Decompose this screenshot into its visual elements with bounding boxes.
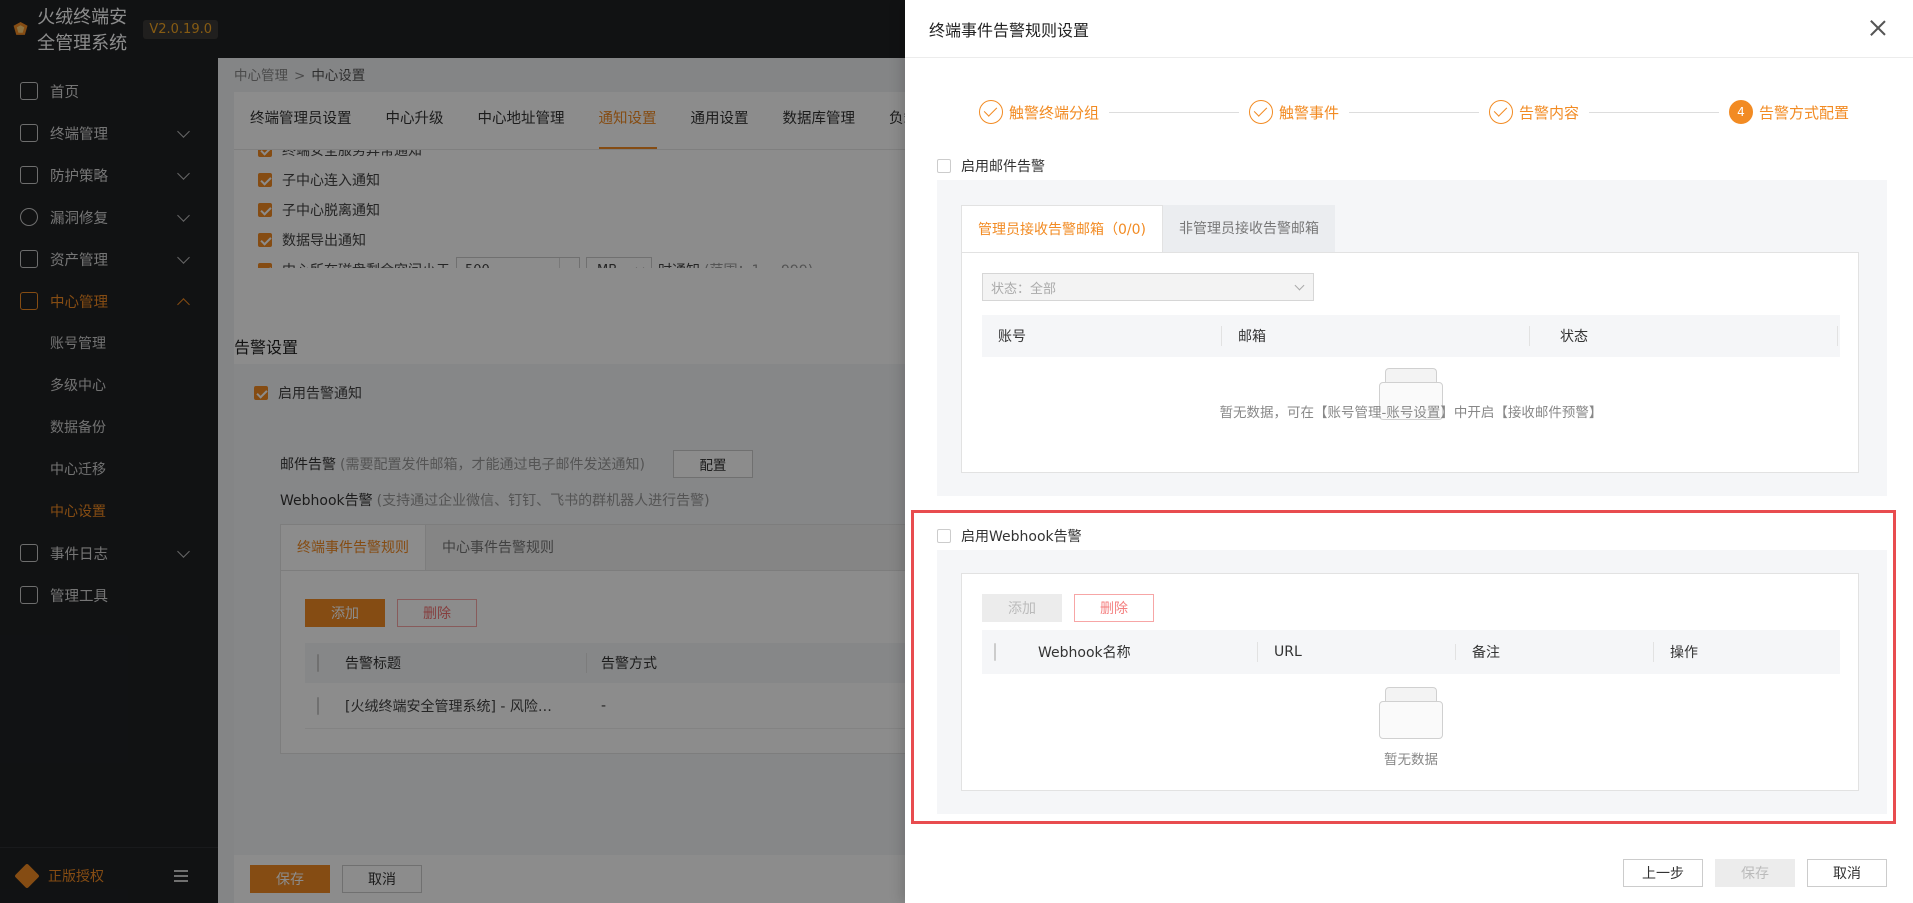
- checkbox[interactable]: [994, 643, 996, 661]
- header-operation: 操作: [1670, 645, 1698, 661]
- check-circle-icon: [979, 100, 1003, 124]
- select-all-cell: [982, 643, 1038, 661]
- chevron-down-icon: [1294, 280, 1305, 291]
- empty-inbox-tray: [1379, 701, 1443, 739]
- checkbox[interactable]: [937, 159, 951, 173]
- mail-alert-panel: 管理员接收告警邮箱（0/0) 非管理员接收告警邮箱 状态：全部 账号 邮箱 状态…: [937, 180, 1887, 496]
- tab-admin-mailbox[interactable]: 管理员接收告警邮箱（0/0): [961, 205, 1163, 253]
- step-label: 触警事件: [1279, 103, 1340, 122]
- step-trigger-event[interactable]: 触警事件: [1249, 100, 1339, 124]
- previous-step-button[interactable]: 上一步: [1623, 859, 1703, 887]
- save-button[interactable]: 保存: [1715, 859, 1795, 887]
- header-webhook-name: Webhook名称: [1038, 642, 1258, 662]
- step-connector: [1109, 111, 1239, 113]
- header-account: 账号: [982, 326, 1222, 346]
- empty-inbox-icon: [1379, 687, 1443, 739]
- check-circle-icon: [1249, 100, 1273, 124]
- drawer-header: 终端事件告警规则设置: [905, 0, 1913, 58]
- header-email: 邮箱: [1222, 326, 1530, 346]
- step-number-badge: 4: [1729, 100, 1753, 124]
- drawer-footer: 上一步 保存 取消: [905, 843, 1913, 903]
- step-connector: [1589, 111, 1719, 113]
- step-label: 告警方式配置: [1759, 103, 1850, 122]
- close-icon[interactable]: [1869, 19, 1887, 37]
- check-circle-icon: [1489, 100, 1513, 124]
- step-connector: [1349, 111, 1479, 113]
- status-filter-value: 状态：全部: [991, 281, 1057, 297]
- mail-recipient-tabs: 管理员接收告警邮箱（0/0) 非管理员接收告警邮箱: [961, 205, 1335, 253]
- empty-state-text: 暂无数据: [1384, 752, 1438, 768]
- add-webhook-button[interactable]: 添加: [982, 594, 1062, 622]
- table-header: Webhook名称 URL 备注 操作: [982, 630, 1840, 674]
- mail-recipient-box: 状态：全部 账号 邮箱 状态 暂无数据，可在【账号管理-账号设置】中开启【接收邮…: [961, 252, 1859, 473]
- alert-rule-drawer: 终端事件告警规则设置 触警终端分组 触警事件 告警内容 4 告警方式配置 启用邮…: [905, 0, 1913, 903]
- webhook-box: 添加 删除 Webhook名称 URL 备注 操作 暂无数据: [961, 573, 1859, 791]
- enable-mail-alert-label: 启用邮件告警: [961, 159, 1045, 175]
- step-alert-method[interactable]: 4 告警方式配置: [1729, 100, 1849, 124]
- step-alert-content[interactable]: 告警内容: [1489, 100, 1579, 124]
- table-header: 账号 邮箱 状态: [982, 315, 1840, 357]
- webhook-alert-panel: 添加 删除 Webhook名称 URL 备注 操作 暂无数据: [937, 550, 1887, 814]
- header-url: URL: [1258, 644, 1456, 660]
- modal-overlay[interactable]: [0, 0, 905, 903]
- wizard-steps: 触警终端分组 触警事件 告警内容 4 告警方式配置: [979, 98, 1849, 126]
- enable-mail-alert-option[interactable]: 启用邮件告警: [937, 156, 1045, 176]
- step-label: 告警内容: [1519, 103, 1580, 122]
- step-label: 触警终端分组: [1009, 103, 1100, 122]
- enable-webhook-alert-label: 启用Webhook告警: [961, 529, 1082, 545]
- tab-non-admin-mailbox[interactable]: 非管理员接收告警邮箱: [1163, 205, 1335, 253]
- checkbox[interactable]: [937, 529, 951, 543]
- enable-webhook-alert-option[interactable]: 启用Webhook告警: [937, 526, 1082, 546]
- delete-webhook-button[interactable]: 删除: [1074, 594, 1154, 622]
- step-terminal-group[interactable]: 触警终端分组: [979, 100, 1099, 124]
- header-status: 状态: [1530, 326, 1838, 346]
- status-filter-select[interactable]: 状态：全部: [982, 273, 1314, 301]
- header-note: 备注: [1456, 642, 1654, 662]
- empty-state-text: 暂无数据，可在【账号管理-账号设置】中开启【接收邮件预警】: [1219, 405, 1603, 421]
- cancel-button[interactable]: 取消: [1807, 859, 1887, 887]
- drawer-title: 终端事件告警规则设置: [929, 20, 1090, 40]
